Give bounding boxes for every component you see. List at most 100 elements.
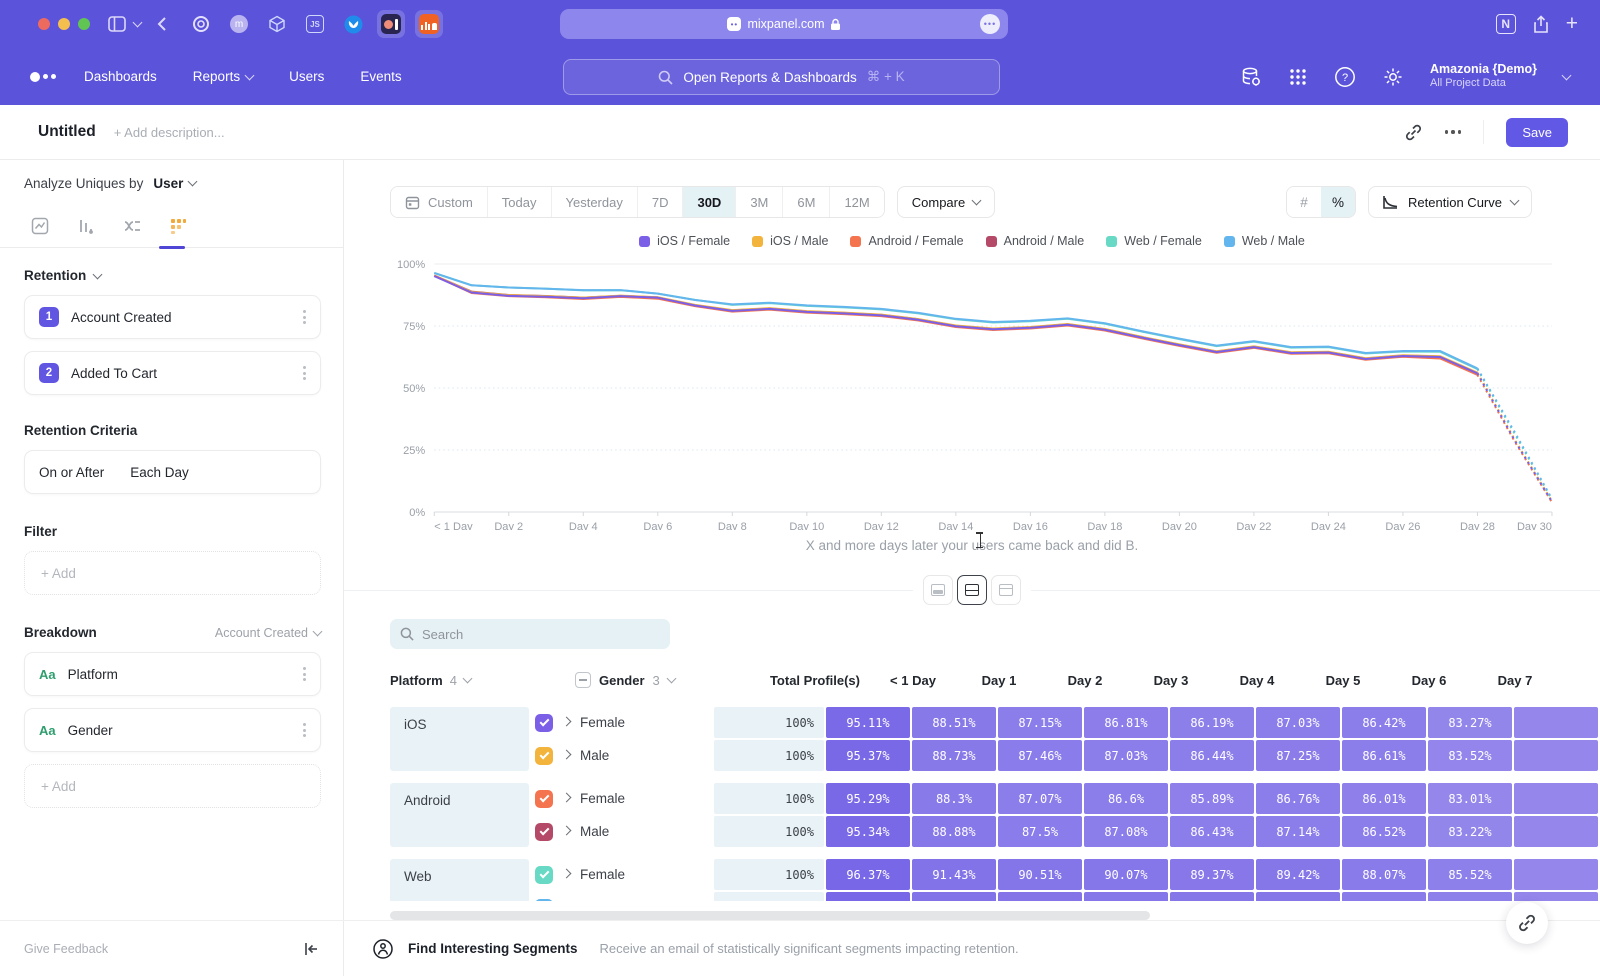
more-options-icon[interactable]: [1445, 130, 1462, 134]
copy-link-icon[interactable]: [1404, 123, 1423, 142]
checkbox-male[interactable]: [535, 899, 553, 902]
share-icon[interactable]: [1533, 15, 1549, 34]
expand-chevron-icon[interactable]: [562, 716, 572, 726]
legend-item[interactable]: iOS / Male: [752, 234, 828, 248]
day-column-header[interactable]: Day 6: [1386, 673, 1472, 688]
breakdown-scope-selector[interactable]: Account Created: [215, 626, 321, 640]
breakdown-options-icon[interactable]: [303, 667, 306, 681]
gender-column-header[interactable]: Gender 3: [575, 672, 760, 688]
retention-value-cell[interactable]: 83.52%: [1428, 740, 1512, 771]
traffic-lights[interactable]: [38, 18, 90, 30]
legend-item[interactable]: Android / Female: [850, 234, 963, 248]
sidebar-toggle-icon[interactable]: [108, 16, 126, 32]
retention-value-cell[interactable]: 87.46%: [998, 740, 1082, 771]
unit-percent-button[interactable]: %: [1321, 187, 1355, 217]
chevron-down-icon[interactable]: [134, 22, 141, 26]
retention-value-cell[interactable]: 96.41%: [826, 892, 910, 901]
checkbox-female[interactable]: [535, 866, 553, 884]
day-column-header[interactable]: < 1 Day: [870, 673, 956, 688]
retention-value-cell[interactable]: 87.08%: [1084, 816, 1168, 847]
breakdown-options-icon[interactable]: [303, 723, 306, 737]
save-button[interactable]: Save: [1506, 118, 1568, 147]
nav-item-users[interactable]: Users: [289, 69, 324, 84]
add-description[interactable]: + Add description...: [114, 125, 225, 140]
checkbox-female[interactable]: [535, 714, 553, 732]
report-title[interactable]: Untitled: [38, 123, 96, 141]
retention-value-cell[interactable]: 90.01%: [1084, 892, 1168, 901]
expand-chevron-icon[interactable]: [562, 825, 572, 835]
retention-value-cell[interactable]: 86.01%: [1342, 783, 1426, 814]
range-30d-button[interactable]: 30D: [683, 187, 736, 217]
retention-value-cell[interactable]: 86.61%: [1342, 740, 1426, 771]
retention-chart[interactable]: 0%25%50%75%100%< 1 DayDay 2Day 4Day 6Day…: [384, 254, 1560, 530]
compare-button[interactable]: Compare: [897, 186, 995, 218]
day-column-header[interactable]: Day 7: [1472, 673, 1558, 688]
retention-value-cell[interactable]: 86.76%: [1256, 783, 1340, 814]
retention-value-cell[interactable]: 88.88%: [912, 816, 996, 847]
retention-value-cell[interactable]: 90.51%: [998, 859, 1082, 890]
breakdown-card[interactable]: AaPlatform: [24, 652, 321, 696]
notion-icon[interactable]: N: [1496, 14, 1516, 34]
nav-item-reports[interactable]: Reports: [193, 69, 253, 84]
retention-value-cell[interactable]: 83.27%: [1428, 707, 1512, 738]
retention-value-cell[interactable]: 86.52%: [1342, 816, 1426, 847]
retention-value-cell[interactable]: 90.07%: [1084, 859, 1168, 890]
retention-value-cell[interactable]: 95.11%: [826, 707, 910, 738]
share-link-floating-button[interactable]: [1506, 902, 1548, 944]
retention-value-cell[interactable]: 86.19%: [1170, 707, 1254, 738]
retention-value-cell[interactable]: 86.81%: [1084, 707, 1168, 738]
retention-value-cell[interactable]: 85.52%: [1428, 859, 1512, 890]
nav-item-events[interactable]: Events: [360, 69, 401, 84]
find-segments-title[interactable]: Find Interesting Segments: [408, 941, 578, 956]
retention-value-cell[interactable]: 88.07%: [1342, 859, 1426, 890]
retention-value-cell[interactable]: 95.37%: [826, 740, 910, 771]
day-column-header[interactable]: Day 5: [1300, 673, 1386, 688]
expand-chevron-icon[interactable]: [562, 749, 572, 759]
criteria-on-or-after[interactable]: On or After: [39, 465, 104, 480]
retention-value-cell[interactable]: 88.73%: [912, 740, 996, 771]
retention-value-cell[interactable]: 89.42%: [1256, 859, 1340, 890]
retention-value-cell[interactable]: 83.01%: [1428, 783, 1512, 814]
horizontal-scrollbar[interactable]: [390, 911, 1150, 920]
mixpanel-tab-icon[interactable]: [377, 10, 405, 38]
avatar-m-icon[interactable]: m: [225, 10, 253, 38]
range-custom-button[interactable]: Custom: [391, 187, 488, 217]
apps-grid-icon[interactable]: [1288, 67, 1308, 87]
view-type-button[interactable]: Retention Curve: [1368, 186, 1532, 218]
retention-value-cell[interactable]: 87.5%: [998, 816, 1082, 847]
help-icon[interactable]: ?: [1334, 66, 1356, 88]
retention-value-cell[interactable]: 87.03%: [1084, 740, 1168, 771]
range-6m-button[interactable]: 6M: [783, 187, 830, 217]
bluesky-icon[interactable]: [339, 10, 367, 38]
retention-value-cell[interactable]: 87.15%: [998, 707, 1082, 738]
retention-value-cell[interactable]: 86.44%: [1170, 740, 1254, 771]
give-feedback-link[interactable]: Give Feedback: [24, 942, 108, 956]
retention-value-cell[interactable]: 95.34%: [826, 816, 910, 847]
day-column-header[interactable]: Day 4: [1214, 673, 1300, 688]
retention-value-cell[interactable]: 89.37%: [1170, 859, 1254, 890]
layout-table-only-button[interactable]: [991, 575, 1021, 605]
layout-split-button[interactable]: [957, 575, 987, 605]
range-3m-button[interactable]: 3M: [736, 187, 783, 217]
expand-chevron-icon[interactable]: [562, 792, 572, 802]
retention-value-cell[interactable]: 89.49%: [1256, 892, 1340, 901]
retention-value-cell[interactable]: 85.89%: [1170, 783, 1254, 814]
total-profiles-header[interactable]: Total Profile(s): [760, 673, 870, 688]
retention-value-cell[interactable]: 96.37%: [826, 859, 910, 890]
checkbox-male[interactable]: [535, 747, 553, 765]
range-12m-button[interactable]: 12M: [830, 187, 883, 217]
zoom-window-button[interactable]: [78, 18, 90, 30]
analyze-value[interactable]: User: [153, 176, 183, 191]
step-options-icon[interactable]: [303, 310, 306, 324]
retention-value-cell[interactable]: 91.41%: [912, 892, 996, 901]
legend-item[interactable]: Android / Male: [986, 234, 1085, 248]
minimize-window-button[interactable]: [58, 18, 70, 30]
retention-value-cell[interactable]: 87.14%: [1256, 816, 1340, 847]
tab-funnels-icon[interactable]: [76, 216, 96, 236]
nav-item-dashboards[interactable]: Dashboards: [84, 69, 157, 84]
range-today-button[interactable]: Today: [488, 187, 552, 217]
js-icon[interactable]: JS: [301, 10, 329, 38]
retention-step-card[interactable]: 1Account Created: [24, 295, 321, 339]
retention-value-cell[interactable]: 95.29%: [826, 783, 910, 814]
retention-value-cell[interactable]: 88.04%: [1342, 892, 1426, 901]
